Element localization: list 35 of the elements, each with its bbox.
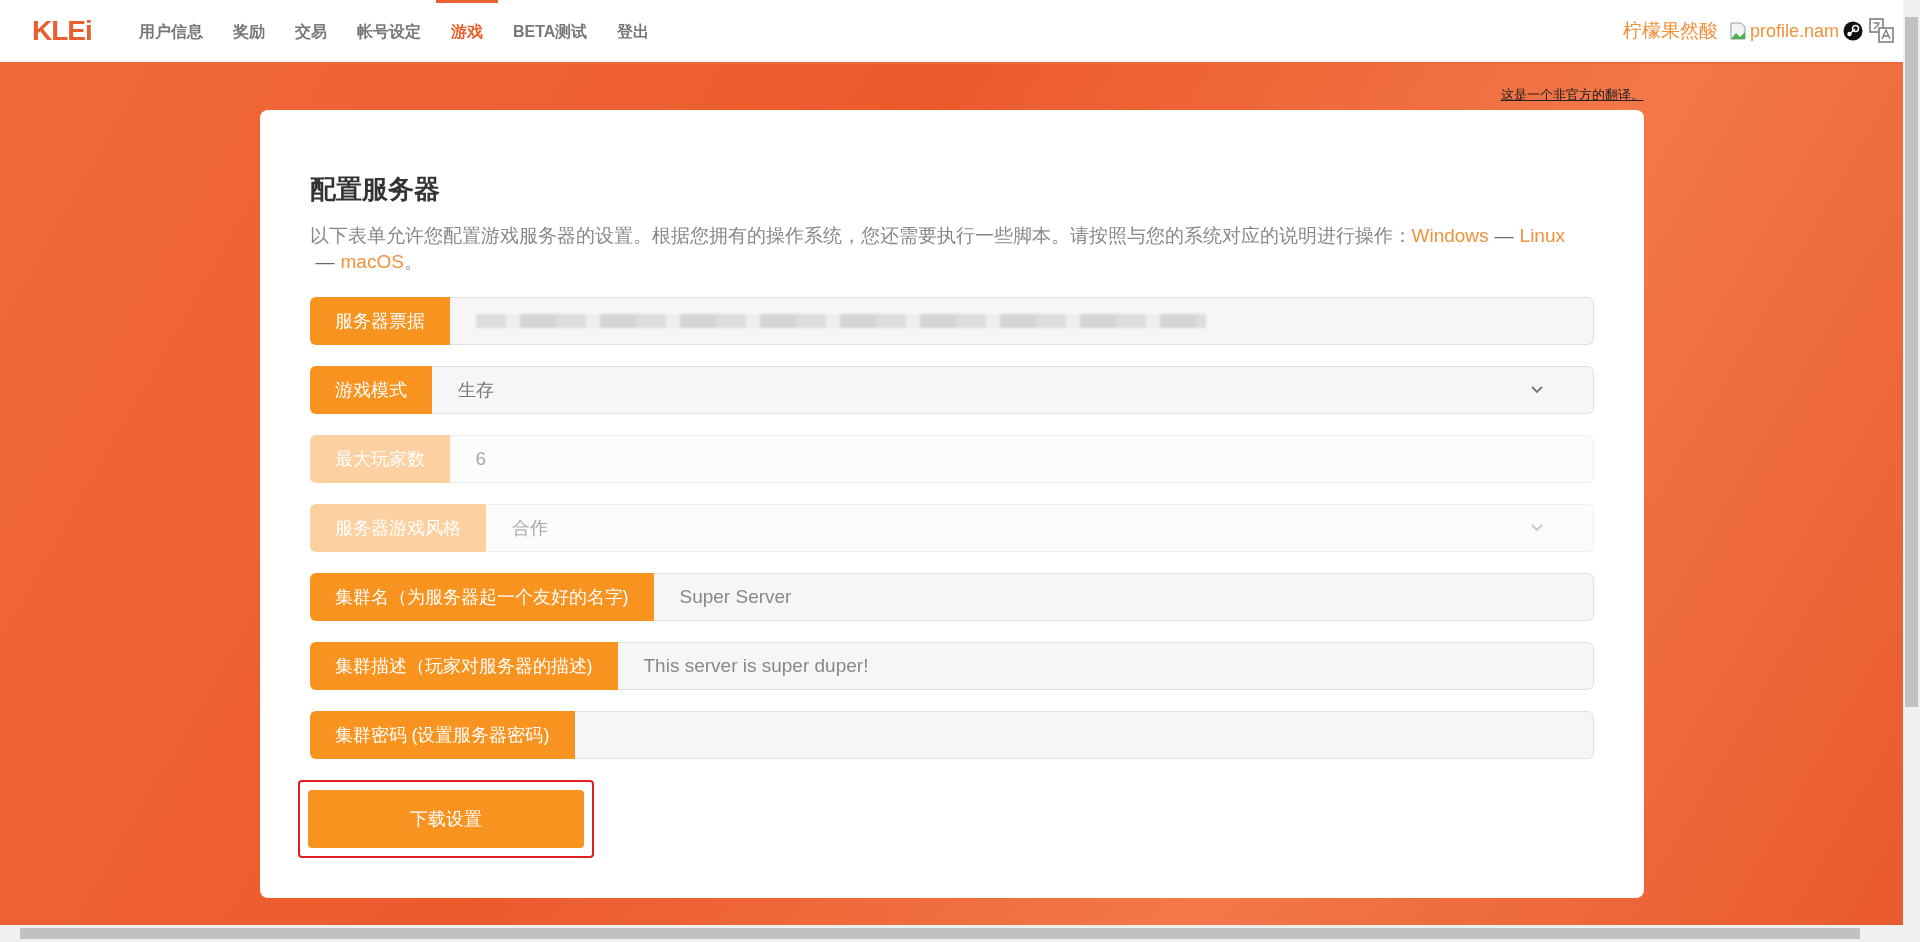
nav-link[interactable]: 交易 [280,0,342,62]
nav-link[interactable]: 登出 [602,0,665,62]
download-settings-button[interactable]: 下载设置 [307,790,584,848]
nav-link[interactable]: BETA测试 [498,0,603,62]
broken-image-icon [1729,22,1746,40]
image-alt-text: profile.nam [1749,20,1839,42]
notice-link[interactable]: 这是一个非官方的翻译。 [1500,86,1644,104]
select-field[interactable]: 生存 [431,366,1594,414]
vertical-scrollbar[interactable] [1903,0,1920,925]
text-field[interactable] [574,711,1594,759]
field-label: 最大玩家数 [309,435,450,483]
os-link[interactable]: Windows [1411,225,1489,246]
field-label: 服务器票据 [309,297,450,345]
horizontal-scrollbar[interactable] [0,925,1920,942]
field-label: 集群名（为服务器起一个友好的名字) [309,573,654,621]
nav-link[interactable]: 奖励 [218,0,280,62]
translate-icon[interactable] [1869,18,1895,44]
nav-link[interactable]: 帐号设定 [342,0,436,62]
field-label: 游戏模式 [309,366,432,414]
klei-logo[interactable]: KLEi [32,15,102,47]
ticket-field[interactable] [449,297,1594,345]
chevron-down-icon [1530,386,1543,394]
chevron-down-icon [1530,524,1543,532]
field-label: 服务器游戏风格 [309,504,486,552]
os-link[interactable]: macOS [340,251,404,272]
text-field[interactable]: Super Server [653,573,1594,621]
intro-text: 以下表单允许您配置游戏服务器的设置。根据您拥有的操作系统，您还需要执行一些脚本。请按照与您的系统对应的说明进行操作：Windows — Linux — macOS。 [309,224,1566,274]
field-label: 集群描述（玩家对服务器的描述) [309,642,618,690]
steam-icon[interactable] [1843,21,1863,41]
text-field[interactable]: This server is super duper! [617,642,1594,690]
os-link[interactable]: Linux [1519,225,1565,246]
form-title: 配置服务器 [309,173,441,206]
field-label: 集群密码 (设置服务器密码) [309,711,575,759]
username-link[interactable]: 柠檬果然酸 [1622,18,1718,44]
nav-link[interactable]: 用户信息 [124,0,218,62]
